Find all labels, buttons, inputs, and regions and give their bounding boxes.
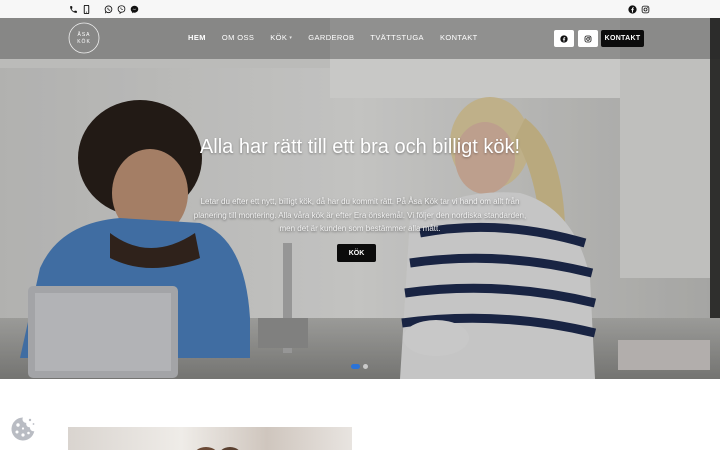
- contact-icons: [68, 3, 139, 15]
- nav-item-garderob[interactable]: GARDEROB: [308, 33, 354, 42]
- nav-menu: HEM OM OSS KÖK ▾ GARDEROB TVÄTTSTUGA KONT…: [188, 33, 478, 42]
- phone-icon[interactable]: [68, 3, 78, 15]
- slider-dot-2[interactable]: [363, 364, 368, 369]
- mobile-phone-icon[interactable]: [81, 3, 91, 15]
- instagram-icon: [584, 35, 592, 42]
- facebook-button[interactable]: [554, 30, 574, 47]
- slider-dot-1[interactable]: [351, 364, 360, 369]
- instagram-icon[interactable]: [640, 3, 650, 15]
- chevron-down-icon: ▾: [289, 34, 293, 41]
- top-bar: [0, 0, 720, 18]
- whatsapp-icon[interactable]: [103, 3, 113, 15]
- nav-item-kok[interactable]: KÖK ▾: [270, 33, 292, 42]
- cookie-icon[interactable]: [10, 416, 36, 442]
- facebook-icon[interactable]: [627, 3, 637, 15]
- hero-slider: ÅSA KÖK HEM OM OSS KÖK ▾ GARDEROB TVÄTTST…: [0, 18, 720, 379]
- messenger-icon[interactable]: [129, 3, 139, 15]
- nav-item-hem[interactable]: HEM: [188, 33, 206, 42]
- facebook-icon: [560, 34, 568, 43]
- nav-item-tvattstuga[interactable]: TVÄTTSTUGA: [370, 33, 424, 42]
- nav-item-om-oss[interactable]: OM OSS: [222, 33, 254, 42]
- nav-item-kontakt[interactable]: KONTAKT: [440, 33, 478, 42]
- main-nav: ÅSA KÖK HEM OM OSS KÖK ▾ GARDEROB TVÄTTST…: [0, 18, 720, 59]
- slider-dots: [351, 364, 368, 369]
- hero-description: Letar du efter ett nytt, billigt kök, då…: [193, 197, 527, 233]
- section-image: [68, 427, 352, 450]
- logo[interactable]: ÅSA KÖK: [68, 22, 100, 54]
- social-icons: [627, 3, 650, 15]
- logo-text-bottom: KÖK: [77, 38, 91, 45]
- contact-button[interactable]: KONTAKT: [601, 30, 644, 47]
- hero-title: Alla har rätt till ett bra och billigt k…: [199, 136, 521, 158]
- viber-icon[interactable]: [116, 3, 126, 15]
- logo-text-top: ÅSA: [77, 31, 90, 38]
- instagram-button[interactable]: [578, 30, 598, 47]
- nav-social-buttons: [554, 30, 598, 47]
- kok-button[interactable]: KÖK: [337, 244, 376, 262]
